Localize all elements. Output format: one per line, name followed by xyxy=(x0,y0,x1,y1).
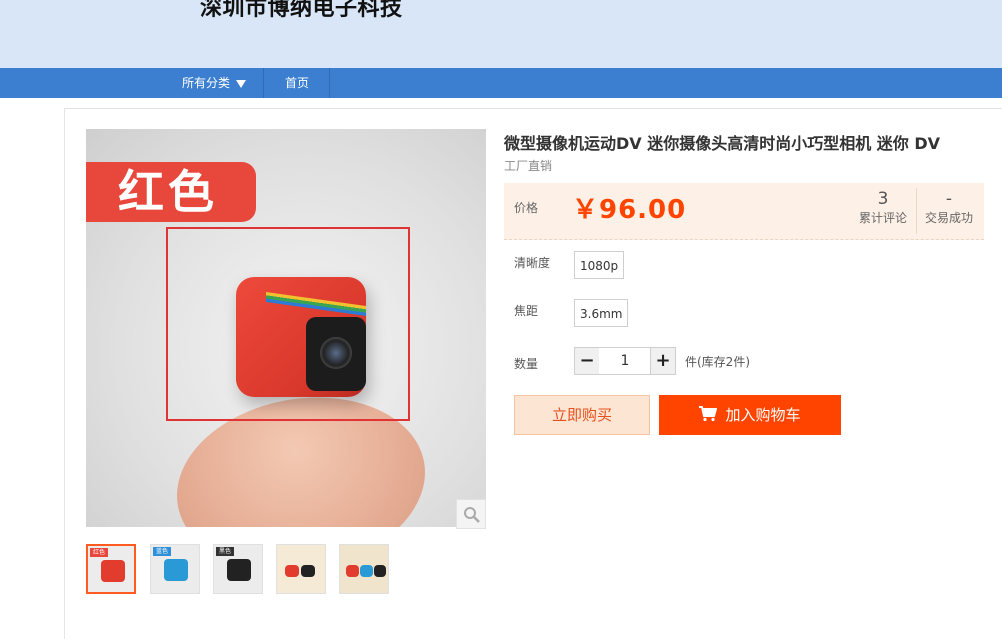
price-label: 价格 xyxy=(514,201,539,215)
store-name: 深圳市博纳电子科技 xyxy=(200,0,403,21)
resolution-label: 清晰度 xyxy=(514,256,551,270)
quantity-input[interactable] xyxy=(599,347,651,375)
thumbnail-camera xyxy=(301,565,315,577)
quantity-decrease-button[interactable]: − xyxy=(574,347,600,375)
main-nav: 所有分类 首页 xyxy=(0,68,1002,98)
focal-length-option[interactable]: 3.6mm xyxy=(574,299,629,327)
nav-all-categories[interactable]: 所有分类 xyxy=(165,68,264,98)
reviews-stat[interactable]: 3 累计评论 xyxy=(850,188,917,234)
thumbnail-tag: 红色 xyxy=(90,548,109,557)
thumbnail-camera xyxy=(360,565,373,577)
buy-now-button[interactable]: 立即购买 xyxy=(514,395,650,435)
focal-length-label: 焦距 xyxy=(514,304,539,318)
add-to-cart-button[interactable]: 加入购物车 xyxy=(659,395,841,435)
thumbnail-tag: 蓝色 xyxy=(153,547,172,556)
thumbnail-red[interactable]: 红色 xyxy=(86,544,136,594)
color-tag: 红色 xyxy=(86,162,256,222)
deals-label: 交易成功 xyxy=(924,211,973,225)
add-to-cart-label: 加入购物车 xyxy=(725,406,801,424)
thumbnail-group-1[interactable] xyxy=(276,544,326,594)
thumbnail-camera xyxy=(164,559,188,581)
quantity-stepper: − + xyxy=(574,347,678,375)
thumbnail-camera xyxy=(285,565,299,577)
reviews-count: 3 xyxy=(877,189,889,209)
quantity-label: 数量 xyxy=(514,357,539,371)
thumbnail-camera xyxy=(227,559,251,581)
price-panel: 价格 ￥96.00 3 累计评论 - 交易成功 xyxy=(504,183,984,240)
thumbnail-black[interactable]: 黑色 xyxy=(213,544,263,594)
zoom-button[interactable] xyxy=(456,499,486,529)
deals-stat: - 交易成功 xyxy=(916,188,982,226)
zoom-focus-box xyxy=(166,227,410,421)
price-value: ￥96.00 xyxy=(572,195,687,225)
resolution-option-1080p[interactable]: 1080p xyxy=(574,251,625,279)
stock-text: 件(库存2件) xyxy=(685,355,750,369)
quantity-increase-button[interactable]: + xyxy=(650,347,676,375)
product-title: 微型摄像机运动DV 迷你摄像头高清时尚小巧型相机 迷你 DV xyxy=(504,134,941,153)
reviews-label: 累计评论 xyxy=(858,211,907,225)
product-subtitle: 工厂直销 xyxy=(504,159,553,173)
triangle-down-icon xyxy=(236,79,246,88)
magnifier-icon xyxy=(464,507,480,523)
main-product-image[interactable]: 红色 xyxy=(86,129,486,527)
thumbnail-group-2[interactable] xyxy=(339,544,389,594)
cart-icon xyxy=(699,406,718,422)
thumbnail-camera xyxy=(346,565,359,577)
thumbnail-camera xyxy=(101,560,125,582)
deals-count: - xyxy=(945,189,953,209)
thumbnail-camera xyxy=(374,565,386,577)
thumbnail-blue[interactable]: 蓝色 xyxy=(150,544,200,594)
thumbnail-tag: 黑色 xyxy=(216,547,235,556)
store-banner: 深圳市博纳电子科技 xyxy=(0,0,1002,68)
nav-all-categories-label: 所有分类 xyxy=(181,76,230,90)
thumbnail-strip: 红色 蓝色 黑色 xyxy=(86,544,406,598)
nav-home[interactable]: 首页 xyxy=(265,68,330,98)
